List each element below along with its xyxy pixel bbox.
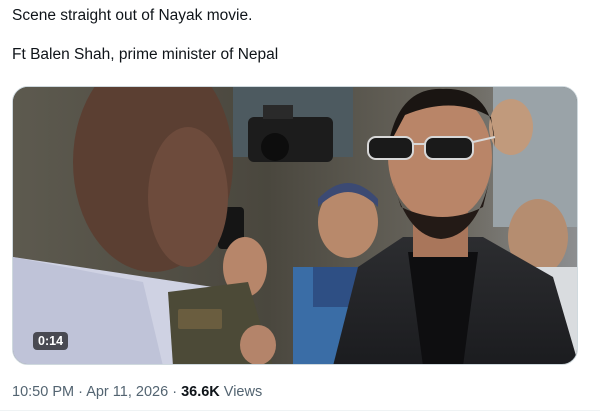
tweet-text-line-2: Ft Balen Shah, prime minister of Nepal — [12, 46, 279, 63]
video-frame — [13, 87, 577, 364]
tweet-date[interactable]: Apr 11, 2026 — [86, 384, 168, 400]
tweet-time[interactable]: 10:50 PM — [12, 384, 74, 400]
video-player[interactable]: 0:14 — [12, 86, 578, 365]
views-count[interactable]: 36.6K — [181, 384, 220, 400]
meta-separator: · — [172, 384, 178, 400]
tweet-meta: 10:50 PM · Apr 11, 2026 · 36.6K Views — [12, 384, 262, 400]
views-label: Views — [223, 384, 263, 400]
tweet-text: Scene straight out of Nayak movie. Ft Ba… — [12, 6, 582, 65]
divider — [0, 410, 600, 411]
meta-separator: · — [78, 384, 83, 400]
video-duration-badge: 0:14 — [33, 332, 69, 350]
tweet-text-line-1: Scene straight out of Nayak movie. — [12, 7, 253, 24]
